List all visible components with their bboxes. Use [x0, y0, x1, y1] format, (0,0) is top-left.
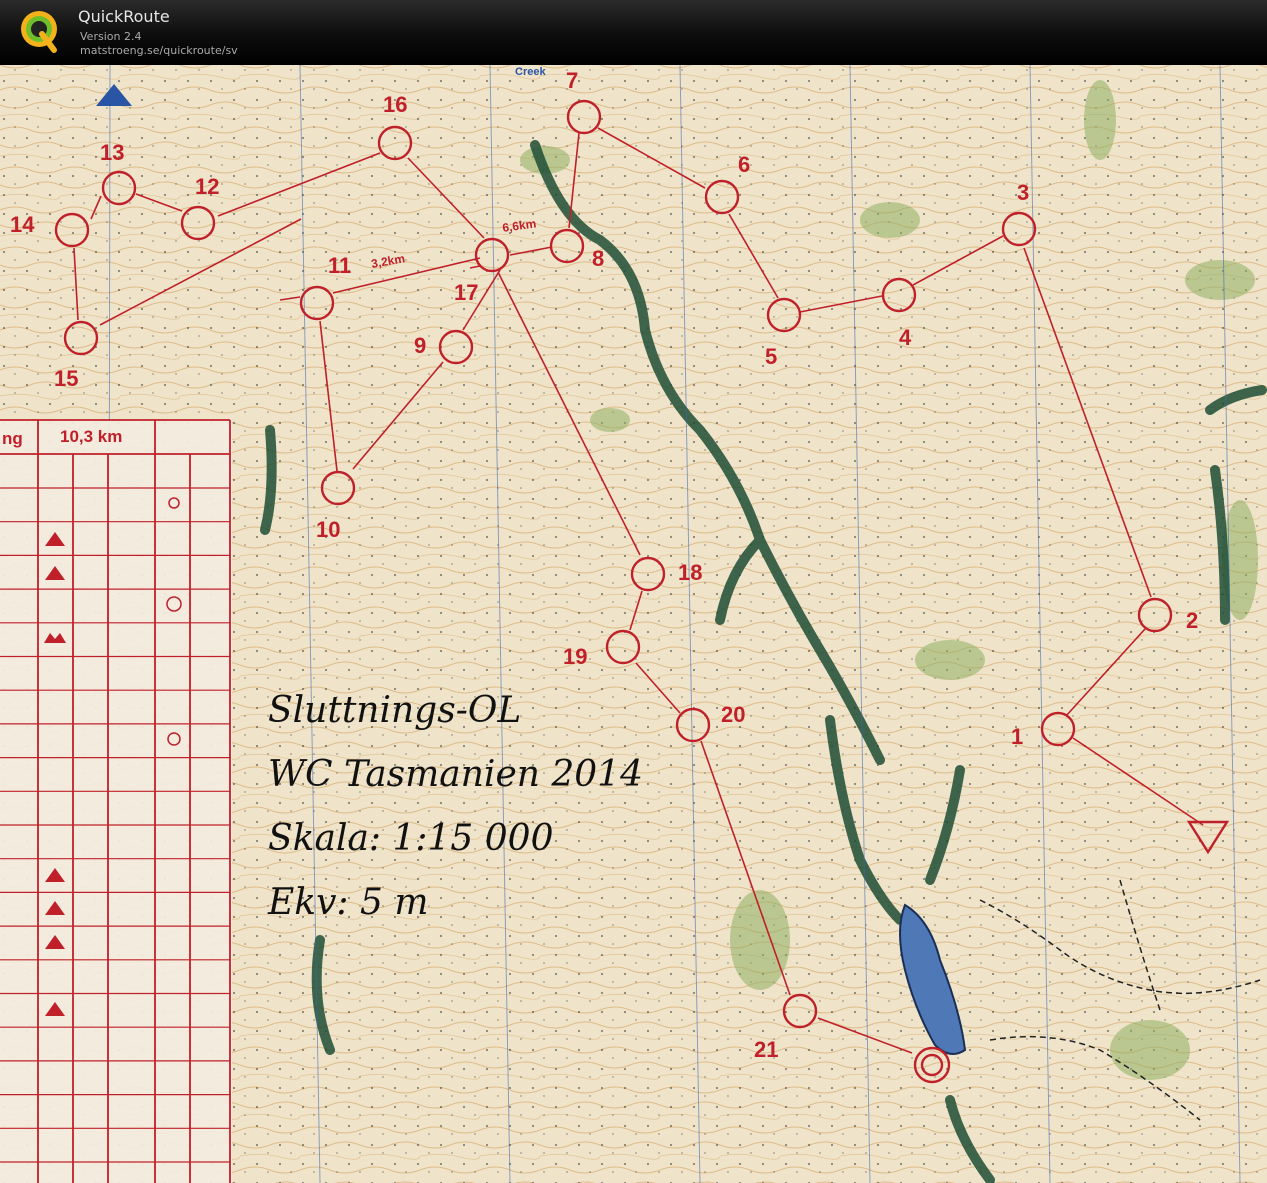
control-number: 9 [414, 333, 426, 358]
control-number: 7 [566, 68, 578, 93]
control-number: 13 [100, 140, 124, 165]
app-url: matstroeng.se/quickroute/sv [80, 44, 238, 57]
control-number: 4 [899, 325, 912, 350]
control-number: 19 [563, 644, 587, 669]
quickroute-logo-icon [21, 11, 57, 53]
control-number: 17 [454, 280, 478, 305]
control-number: 5 [765, 344, 777, 369]
control-description-sheet: ng 10,3 km [0, 419, 232, 1183]
control-number: 1 [1011, 724, 1023, 749]
sheet-header-label: ng [2, 429, 23, 448]
map-scale: Skala: 1:15 000 [268, 818, 554, 859]
control-number: 2 [1186, 608, 1198, 633]
control-number: 12 [195, 174, 219, 199]
orienteering-map[interactable]: Creek 1 2 3 4 5 6 7 8 9 10 11 12 13 14 1… [0, 65, 1267, 1183]
control-number: 20 [721, 702, 745, 727]
app-version: Version 2.4 [80, 30, 142, 43]
control-number: 18 [678, 560, 702, 585]
control-number: 16 [383, 92, 407, 117]
control-number: 10 [316, 517, 340, 542]
app-title: QuickRoute [78, 7, 170, 26]
control-number: 11 [328, 253, 351, 278]
control-number: 21 [754, 1037, 778, 1062]
control-number: 8 [592, 246, 604, 271]
contour-interval: Ekv: 5 m [267, 882, 429, 923]
sheet-distance: 10,3 km [60, 427, 122, 446]
event-title: Sluttnings-OL [268, 690, 521, 731]
event-subtitle: WC Tasmanien 2014 [268, 754, 643, 795]
control-number: 3 [1017, 180, 1029, 205]
control-number: 14 [10, 212, 35, 237]
control-number: 6 [738, 152, 750, 177]
creek-label: Creek [515, 66, 546, 78]
title-bar: QuickRoute Version 2.4 matstroeng.se/qui… [0, 0, 1267, 64]
control-number: 15 [54, 366, 78, 391]
